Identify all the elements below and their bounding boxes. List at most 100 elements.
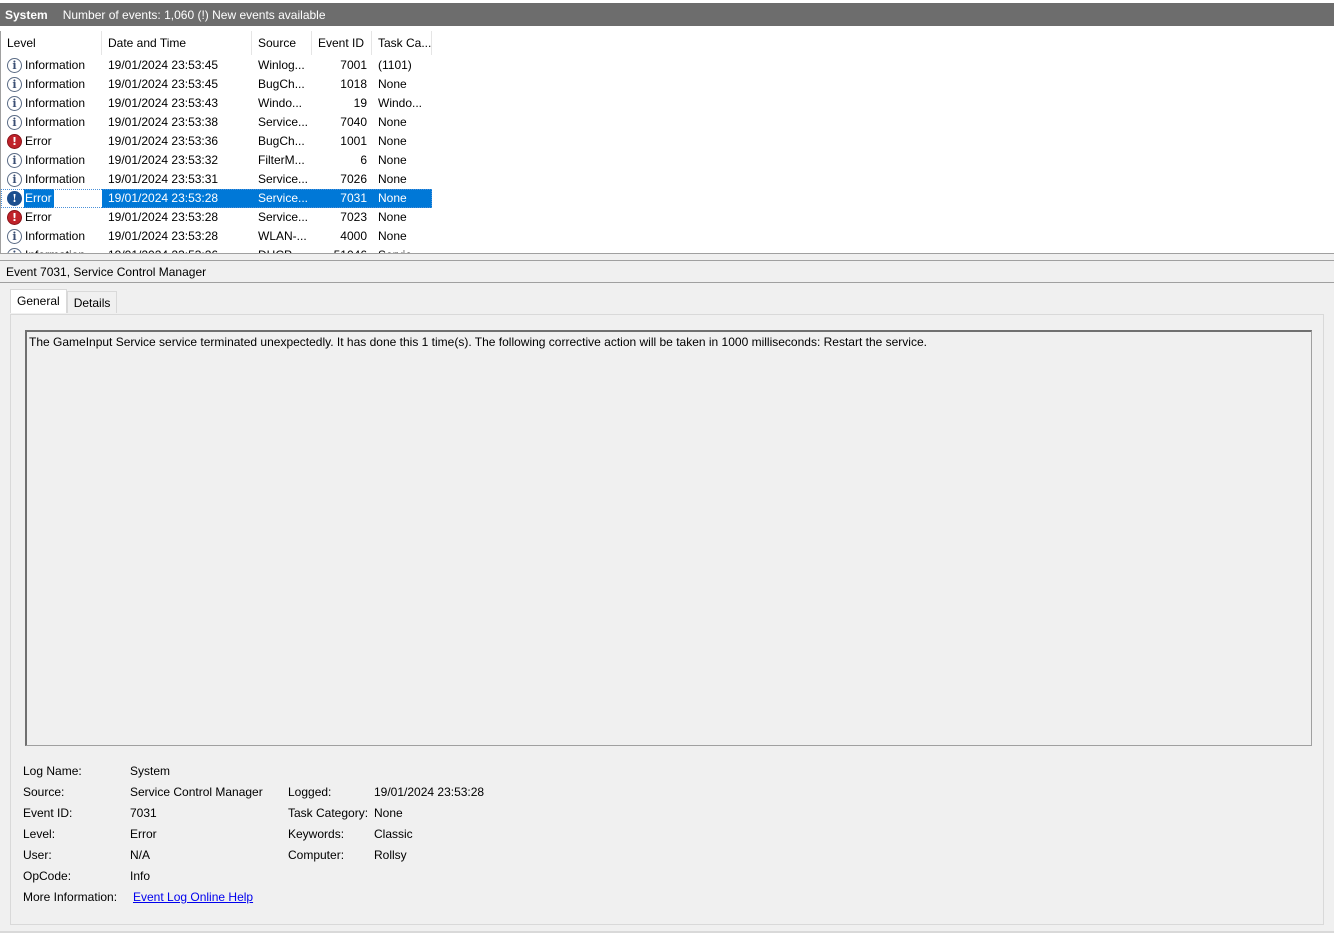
event-row[interactable]: i Information 19/01/2024 23:53:45 BugCh... 1… (1, 75, 432, 94)
user-label: User: (23, 848, 52, 862)
level-text: Information (25, 77, 86, 91)
tab-general[interactable]: General (10, 289, 67, 313)
log-name-label: Log Name: (23, 764, 82, 778)
event-detail-pane: Event 7031, Service Control Manager Gene… (0, 261, 1334, 933)
cell-event-id: 7026 (340, 172, 367, 186)
cell-level: iInformation (1, 94, 102, 113)
level-text: Information (25, 172, 86, 186)
keywords-label: Keywords: (288, 827, 345, 841)
cell-level: iInformation (1, 75, 102, 94)
cell-task-category: None (378, 77, 407, 91)
detail-tabs: General Details (10, 289, 118, 313)
cell-task-category: None (378, 134, 407, 148)
logged-label: Logged: (288, 785, 332, 799)
level-text: Information (25, 96, 86, 110)
level-text: Information (24, 246, 87, 253)
tab-details[interactable]: Details (66, 291, 118, 313)
cell-source: FilterM... (258, 153, 305, 167)
event-row[interactable]: i Information 19/01/2024 23:53:32 FilterM..… (1, 151, 432, 170)
cell-task-category: Windo... (378, 96, 423, 110)
event-row[interactable]: i Information 19/01/2024 23:53:45 Winlog...… (1, 56, 432, 75)
cell-date-time: 19/01/2024 23:53:38 (108, 115, 219, 129)
event-row[interactable]: i Information 19/01/2024 23:53:38 Service..… (1, 113, 432, 132)
opcode-value[interactable]: Info (130, 866, 150, 887)
cell-level: ! Error (1, 132, 102, 151)
cell-date-time: 19/01/2024 23:53:32 (108, 153, 219, 167)
event-count-status: Number of events: 1,060 (!) New events a… (62, 7, 326, 22)
cell-source: DHCP... (252, 246, 312, 253)
info-icon: i (7, 172, 22, 187)
task-category-value[interactable]: None (374, 803, 403, 824)
cell-task-category: None (378, 153, 407, 167)
cell-date-time: 19/01/2024 23:53:43 (108, 96, 219, 110)
event-id-value[interactable]: 7031 (130, 803, 157, 824)
more-information-label: More Information: (23, 890, 118, 904)
cell-task-category: None (372, 189, 432, 208)
info-icon: i (7, 96, 22, 111)
event-log-online-help-link[interactable]: Event Log Online Help (133, 887, 253, 908)
level-text: Error (25, 134, 52, 148)
cell-task-category: None (378, 115, 407, 129)
cell-task-category: Servic... (372, 246, 432, 253)
event-row[interactable]: i Information 19/01/2024 23:53:31 Service..… (1, 170, 432, 189)
cell-event-id: 7040 (340, 115, 367, 129)
event-row[interactable]: iInformation19/01/2024 23:53:26DHCP...51… (1, 246, 432, 253)
event-row[interactable]: i Information 19/01/2024 23:53:43 Windo... 1… (1, 94, 432, 113)
cell-source: BugCh... (258, 77, 305, 91)
event-list[interactable]: Level Date and Time Source Event ID Task… (0, 31, 1334, 253)
level-text: Information (25, 153, 86, 167)
column-header-level[interactable]: Level (1, 31, 102, 55)
event-description[interactable]: The GameInput Service service terminated… (25, 330, 1312, 746)
event-row[interactable]: ! Error 19/01/2024 23:53:36 BugCh... 1001 Non… (1, 132, 432, 151)
cell-source: Windo... (258, 96, 303, 110)
info-icon: i (7, 229, 22, 244)
cell-source: Service... (258, 210, 309, 224)
cell-event-id: 7023 (340, 210, 367, 224)
level-value[interactable]: Error (130, 824, 157, 845)
cell-event-id: 51046 (312, 246, 372, 253)
cell-level: iInformation (1, 113, 102, 132)
cell-date-time: 19/01/2024 23:53:31 (108, 172, 219, 186)
cell-source: Winlog... (258, 58, 305, 72)
event-row[interactable]: ! Error 19/01/2024 23:53:28 Service... 7031 N… (1, 189, 432, 208)
cell-level: ! Error (1, 208, 102, 227)
cell-event-id: 1001 (340, 134, 367, 148)
source-value[interactable]: Service Control Manager (130, 782, 263, 803)
log-name-value[interactable]: System (130, 761, 170, 782)
cell-event-id: 1018 (340, 77, 367, 91)
level-text: Information (25, 229, 86, 243)
event-id-label: Event ID: (23, 806, 73, 820)
opcode-label: OpCode: (23, 869, 72, 883)
error-icon: ! (7, 210, 22, 225)
cell-source: Service... (252, 189, 312, 208)
column-header-task-category[interactable]: Task Ca... (372, 31, 432, 55)
cell-event-id: 6 (360, 153, 367, 167)
column-header-source[interactable]: Source (252, 31, 312, 55)
info-icon: i (7, 77, 22, 92)
cell-date-time: 19/01/2024 23:53:45 (108, 77, 219, 91)
event-row[interactable]: i Information 19/01/2024 23:53:28 WLAN-... 4… (1, 227, 432, 246)
log-name: System (5, 7, 48, 22)
source-label: Source: (23, 785, 65, 799)
logged-value[interactable]: 19/01/2024 23:53:28 (374, 782, 484, 803)
event-row[interactable]: ! Error 19/01/2024 23:53:28 Service... 7023 N… (1, 208, 432, 227)
column-header-event-id[interactable]: Event ID (312, 31, 372, 55)
column-header-date-time[interactable]: Date and Time (102, 31, 252, 55)
cell-event-id: 7001 (340, 58, 367, 72)
level-text: Information (25, 58, 86, 72)
computer-value[interactable]: Rollsy (374, 845, 407, 866)
event-detail-title: Event 7031, Service Control Manager (0, 261, 1334, 283)
cell-level: iInformation (1, 227, 102, 246)
cell-event-id: 7031 (312, 189, 372, 208)
cell-source: Service... (258, 172, 309, 186)
list-header: Level Date and Time Source Event ID Task… (1, 31, 432, 55)
cell-event-id: 19 (353, 96, 367, 110)
cell-task-category: None (378, 229, 407, 243)
cell-task-category: (1101) (378, 58, 412, 72)
info-icon: i (7, 115, 22, 130)
user-value[interactable]: N/A (130, 845, 150, 866)
cell-level: iInformation (1, 170, 102, 189)
task-category-label: Task Category: (288, 806, 369, 820)
pane-splitter[interactable] (0, 253, 1334, 261)
keywords-value[interactable]: Classic (374, 824, 413, 845)
